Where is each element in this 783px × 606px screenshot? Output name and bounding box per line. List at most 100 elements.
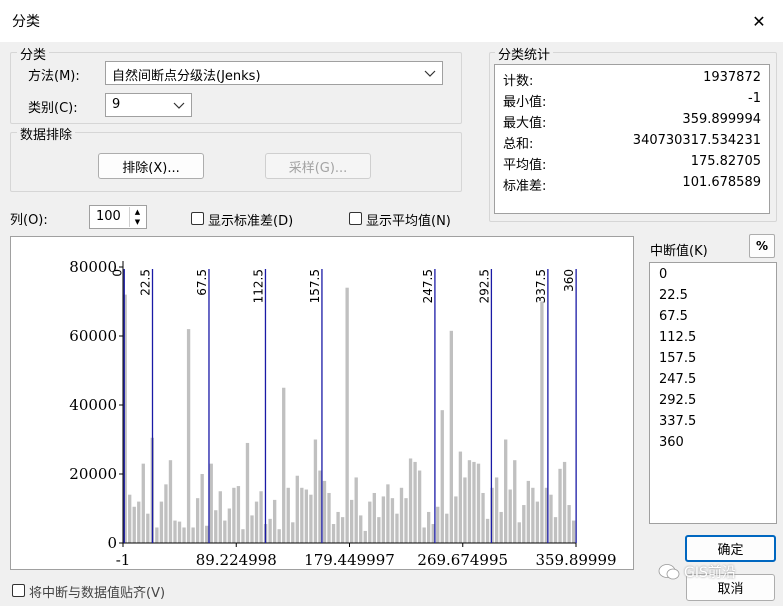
window-title: 分类 xyxy=(12,14,40,30)
histogram-bar xyxy=(291,522,295,543)
break-value[interactable]: 337.5 xyxy=(659,414,696,429)
histogram-bar xyxy=(132,506,136,543)
spin-down-icon[interactable]: ▼ xyxy=(130,217,145,227)
histogram-bar xyxy=(549,494,553,543)
histogram-bar xyxy=(146,513,150,543)
histogram-bar xyxy=(200,474,204,543)
histogram-bar xyxy=(390,498,395,543)
histogram-bar xyxy=(304,489,309,543)
break-value[interactable]: 112.5 xyxy=(659,330,696,345)
ok-button[interactable]: 确定 xyxy=(685,535,776,562)
break-value[interactable]: 247.5 xyxy=(659,372,696,387)
histogram-bar xyxy=(295,475,299,543)
watermark: GIS前沿 xyxy=(658,560,758,584)
break-value[interactable]: 0 xyxy=(659,267,667,282)
histogram-bar xyxy=(540,301,544,543)
exclude-button[interactable]: 排除(X)... xyxy=(98,153,204,179)
stepper-arrows[interactable]: ▲ ▼ xyxy=(129,207,145,227)
stat-key: 标准差: xyxy=(503,179,547,194)
show-mean-checkbox[interactable] xyxy=(349,212,362,225)
histogram-bar xyxy=(417,470,422,543)
x-tick-label: -1 xyxy=(116,551,131,569)
histogram-bar xyxy=(313,439,318,543)
histogram-bar xyxy=(195,498,200,543)
percent-button[interactable]: % xyxy=(749,234,775,258)
stat-row-mean: 平均值: 175.82705 xyxy=(503,154,761,174)
histogram-bar xyxy=(309,494,313,543)
histogram-bar xyxy=(272,499,277,544)
histogram-bar xyxy=(499,511,503,543)
histogram-bar xyxy=(454,496,458,543)
break-label: 67.5 xyxy=(195,269,209,296)
histogram-bar xyxy=(508,489,512,543)
break-label: 337.5 xyxy=(534,269,548,303)
break-label: 247.5 xyxy=(421,269,435,303)
histogram-bar xyxy=(350,499,354,544)
histogram-bar xyxy=(399,487,404,543)
show-std-checkbox[interactable] xyxy=(191,212,204,225)
histogram-bar xyxy=(363,530,367,543)
x-tick-label: 89.224998 xyxy=(196,551,277,569)
histogram-bar xyxy=(368,501,372,543)
stat-key: 最大值: xyxy=(503,116,547,131)
classes-select-value: 9 xyxy=(112,97,121,112)
spin-up-icon[interactable]: ▲ xyxy=(130,207,145,217)
histogram-bar xyxy=(372,492,376,543)
stat-key: 总和: xyxy=(503,137,534,152)
columns-value: 100 xyxy=(96,209,121,224)
break-value[interactable]: 360 xyxy=(659,435,684,450)
histogram-chart[interactable]: 020000400006000080000-1 89.224998 179.4499… xyxy=(11,237,633,569)
histogram-bar xyxy=(467,460,472,543)
histogram-bar xyxy=(186,329,191,543)
histogram-bar xyxy=(159,501,164,543)
histogram-bar xyxy=(259,491,263,543)
histogram-bar xyxy=(427,511,431,543)
stat-row-min: 最小值: -1 xyxy=(503,91,761,111)
y-tick-label: 20000 xyxy=(69,465,117,483)
stat-row-max: 最大值: 359.899994 xyxy=(503,112,761,132)
break-value[interactable]: 157.5 xyxy=(659,351,696,366)
y-tick-label: 60000 xyxy=(69,327,117,345)
sample-button[interactable]: 采样(G)... xyxy=(265,153,371,179)
stat-row-sum: 总和: 340730317.534231 xyxy=(503,133,761,153)
histogram-bar xyxy=(232,487,236,543)
histogram-bar xyxy=(354,477,358,543)
snap-checkbox[interactable] xyxy=(12,584,25,597)
break-value[interactable]: 67.5 xyxy=(659,309,688,324)
histogram-bar xyxy=(236,486,241,543)
classes-select[interactable]: 9 xyxy=(105,93,192,117)
histogram-bar xyxy=(485,518,490,543)
wechat-icon xyxy=(658,564,680,580)
break-value[interactable]: 22.5 xyxy=(659,288,688,303)
classes-label: 类别(C): xyxy=(28,101,78,116)
histogram-bar xyxy=(254,501,259,543)
close-button[interactable]: ✕ xyxy=(742,6,776,36)
breaks-list[interactable]: 0 22.5 67.5 112.5 157.5 247.5 292.5 337.… xyxy=(649,262,777,524)
histogram-bar xyxy=(377,517,381,544)
histogram-panel[interactable]: 0 20000 40000 60000 80000 -1 89.224998 179.4499… xyxy=(10,236,634,570)
histogram-bar xyxy=(286,487,290,543)
histogram-bar xyxy=(386,484,390,543)
histogram-bar xyxy=(268,518,272,543)
histogram-bar xyxy=(458,451,463,543)
exclusion-group xyxy=(10,132,462,192)
columns-stepper[interactable]: 100 ▲ ▼ xyxy=(89,205,147,229)
stat-row-count: 计数: 1937872 xyxy=(503,70,761,90)
histogram-bar xyxy=(282,387,286,543)
break-label: 292.5 xyxy=(477,269,491,303)
histogram-bar xyxy=(173,520,177,543)
histogram-bar xyxy=(128,494,132,543)
histogram-bar xyxy=(141,463,145,543)
histogram-bar xyxy=(553,517,558,544)
break-value[interactable]: 292.5 xyxy=(659,393,696,408)
histogram-bar xyxy=(567,505,571,543)
histogram-bar xyxy=(513,460,517,543)
histogram-bar xyxy=(571,520,576,543)
y-tick-label: 40000 xyxy=(69,396,117,414)
chevron-down-icon xyxy=(173,102,185,109)
stat-value: 101.678589 xyxy=(682,175,761,190)
histogram-bar xyxy=(218,491,222,543)
histogram-bar xyxy=(245,442,250,543)
histogram-bar xyxy=(531,487,535,543)
method-select[interactable]: 自然间断点分级法(Jenks) xyxy=(105,61,443,85)
